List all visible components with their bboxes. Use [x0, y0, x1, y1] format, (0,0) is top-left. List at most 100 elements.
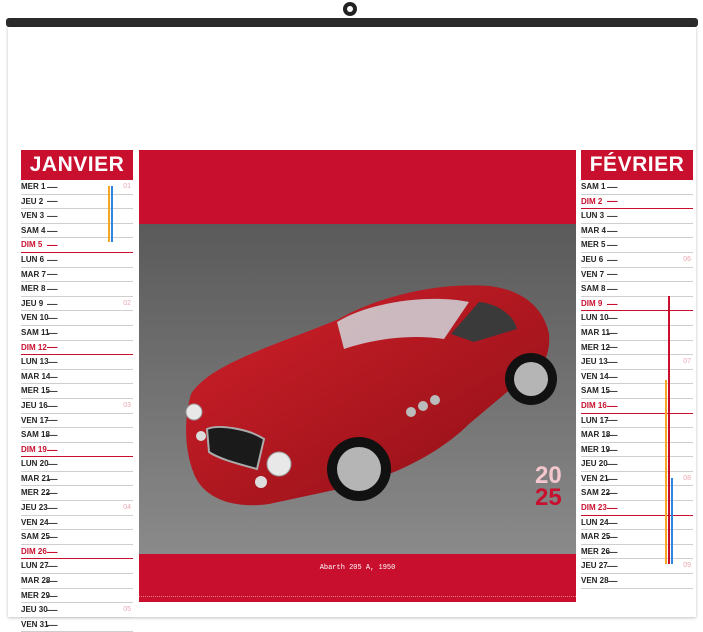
day-row: VEN 10▬▬▬	[21, 311, 133, 326]
saint-name-placeholder: ▬▬▬	[47, 287, 58, 292]
saint-name-placeholder: ▬▬▬	[47, 272, 58, 277]
saint-name-placeholder: ▬▬▬	[47, 549, 58, 554]
saint-name-placeholder: ▬▬▬	[47, 257, 58, 262]
day-row: DIM 2 ▬▬▬	[581, 195, 693, 210]
day-row: JEU 30▬▬▬ 05	[21, 603, 133, 618]
day-label: DIM 9	[581, 298, 603, 308]
day-row: VEN 14▬▬▬	[581, 370, 693, 385]
saint-name-placeholder: ▬▬▬	[607, 549, 618, 554]
saint-name-placeholder: ▬▬▬	[47, 535, 58, 540]
hanging-rod	[6, 18, 698, 27]
day-label: SAM 11	[21, 327, 50, 337]
day-label: MAR 25	[581, 532, 611, 542]
day-label: VEN 3	[21, 211, 45, 221]
day-row: SAM 18▬▬▬	[21, 428, 133, 443]
day-row: SAM 22▬▬▬	[581, 486, 693, 502]
day-label: LUN 6	[21, 254, 45, 264]
saint-name-placeholder: ▬▬▬	[607, 374, 618, 379]
saint-name-placeholder: ▬▬▬	[607, 330, 618, 335]
day-row: LUN 3 ▬▬▬	[581, 209, 693, 224]
day-label: SAM 1	[581, 182, 606, 191]
saint-name-placeholder: ▬▬▬	[47, 578, 58, 583]
saint-name-placeholder: ▬▬▬	[47, 447, 58, 452]
saint-name-placeholder: ▬▬▬	[47, 389, 58, 394]
day-row: LUN 17▬▬▬	[581, 414, 693, 429]
day-row: SAM 25▬▬▬	[21, 530, 133, 545]
day-row: MAR 25▬▬▬	[581, 530, 693, 545]
day-label: DIM 26	[21, 546, 47, 556]
day-label: SAM 18	[21, 430, 50, 440]
saint-name-placeholder: ▬▬▬	[47, 301, 58, 306]
saint-name-placeholder: ▬▬▬	[47, 330, 58, 335]
day-label: DIM 19	[21, 444, 47, 454]
saint-name-placeholder: ▬▬▬	[47, 345, 58, 350]
day-row: MER 1 ▬▬▬ 01	[21, 180, 133, 195]
february-column: FÉVRIER SAM 1 ▬▬▬ DIM 2 ▬▬▬ LUN 3 ▬▬▬ MAR 4▬▬▬…	[581, 150, 693, 589]
day-label: SAM 22	[581, 488, 610, 498]
day-label: LUN 10	[581, 313, 609, 323]
day-label: DIM 12	[21, 342, 47, 352]
day-label: MAR 7	[21, 269, 46, 279]
day-label: SAM 15	[581, 386, 610, 396]
day-row: JEU 16▬▬▬ 03	[21, 399, 133, 414]
day-row: MER 12▬▬▬	[581, 341, 693, 356]
month-header-january: JANVIER	[21, 150, 133, 180]
day-row: JEU 2 ▬▬▬	[21, 195, 133, 210]
school-holiday-bar-orange-feb	[665, 380, 667, 564]
saint-name-placeholder: ▬▬▬	[47, 418, 58, 423]
saint-name-placeholder: ▬▬▬	[607, 505, 618, 510]
day-row: DIM 23▬▬▬	[581, 501, 693, 516]
week-number: 08	[683, 474, 691, 482]
saint-name-placeholder: ▬▬▬	[607, 345, 618, 350]
day-label: VEN 24	[21, 517, 49, 527]
day-row: DIM 5 ▬▬▬	[21, 238, 133, 253]
day-row: MAR 28▬▬▬	[21, 574, 133, 589]
day-row: LUN 27▬▬▬	[21, 559, 133, 575]
photo-caption: Abarth 205 A, 1950	[319, 564, 396, 572]
school-holiday-bar-orange	[108, 186, 110, 242]
day-row: VEN 17▬▬▬	[21, 414, 133, 429]
saint-name-placeholder: ▬▬▬	[607, 228, 618, 233]
day-row: JEU 6 ▬▬▬ 06	[581, 253, 693, 268]
day-label: JEU 27	[581, 561, 608, 571]
day-label: JEU 30	[21, 605, 48, 615]
day-label: JEU 13	[581, 357, 608, 367]
saint-name-placeholder: ▬▬▬	[607, 432, 618, 437]
month-header-february: FÉVRIER	[581, 150, 693, 180]
day-row: SAM 1 ▬▬▬	[581, 180, 693, 195]
day-label: MER 26	[581, 546, 610, 556]
day-label: DIM 16	[581, 400, 607, 410]
week-number: 09	[683, 562, 691, 570]
panel-footer-line	[139, 596, 576, 598]
day-label: VEN 17	[21, 415, 49, 425]
day-row: LUN 24▬▬▬	[581, 516, 693, 531]
day-row: MAR 4▬▬▬	[581, 224, 693, 239]
day-label: LUN 13	[21, 357, 49, 367]
saint-name-placeholder: ▬▬▬	[607, 243, 618, 248]
saint-name-placeholder: ▬▬▬	[47, 432, 58, 437]
day-row: VEN 24▬▬▬	[21, 516, 133, 531]
saint-name-placeholder: ▬▬▬	[607, 199, 618, 204]
saint-name-placeholder: ▬▬▬	[47, 228, 58, 233]
saint-name-placeholder: ▬▬▬	[607, 214, 618, 219]
saint-name-placeholder: ▬▬▬	[47, 184, 58, 189]
day-label: VEN 7	[581, 269, 605, 279]
day-label: MER 19	[581, 444, 610, 454]
day-row: MER 29▬▬▬	[21, 589, 133, 604]
day-row: JEU 9 ▬▬▬ 02	[21, 297, 133, 312]
day-label: LUN 24	[581, 517, 609, 527]
saint-name-placeholder: ▬▬▬	[607, 535, 618, 540]
saint-name-placeholder: ▬▬▬	[47, 593, 58, 598]
saint-name-placeholder: ▬▬▬	[47, 462, 58, 467]
week-number: 04	[123, 504, 131, 512]
car-illustration	[139, 224, 576, 554]
week-number: 03	[123, 401, 131, 409]
day-label: JEU 16	[21, 400, 48, 410]
day-row: JEU 20▬▬▬	[581, 457, 693, 472]
day-row: DIM 12▬▬▬	[21, 341, 133, 356]
saint-name-placeholder: ▬▬▬	[47, 403, 58, 408]
day-label: MER 29	[21, 590, 50, 600]
saint-name-placeholder: ▬▬▬	[47, 608, 58, 613]
week-number: 01	[123, 183, 131, 190]
day-label: MAR 18	[581, 430, 611, 440]
